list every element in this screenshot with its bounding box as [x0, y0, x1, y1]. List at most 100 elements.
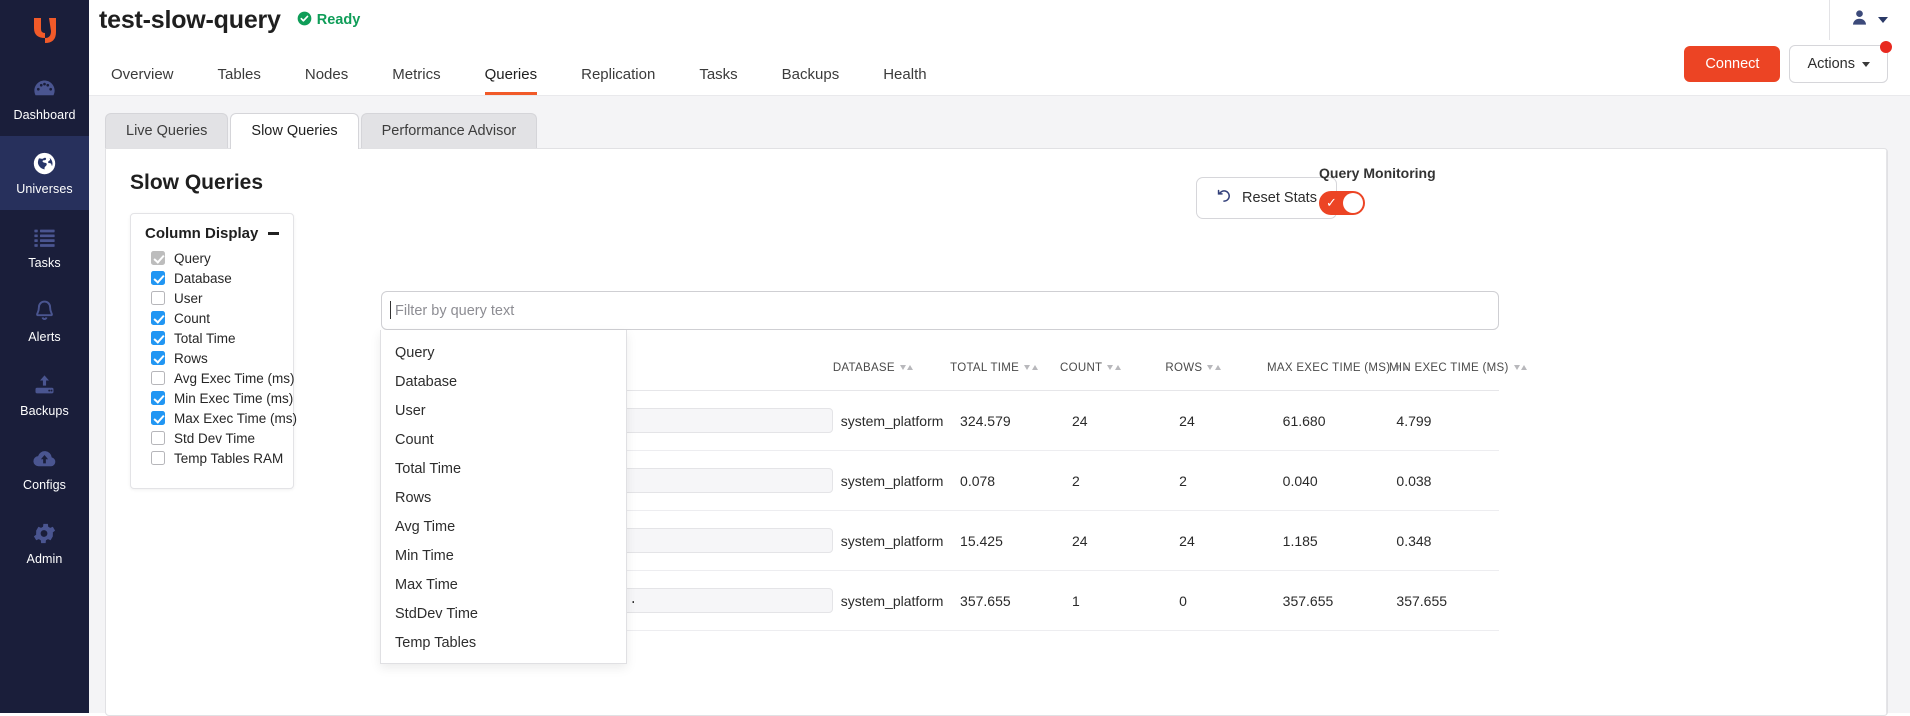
checkbox-icon[interactable] [151, 371, 165, 385]
sidebar-item-configs[interactable]: Configs [0, 432, 89, 506]
sidebar-item-backups[interactable]: Backups [0, 358, 89, 432]
column-toggle-temp-tables-ram[interactable]: Temp Tables RAM [131, 448, 293, 468]
text-cursor [390, 301, 391, 319]
sort-arrows-icon[interactable] [1207, 365, 1221, 370]
column-toggle-database[interactable]: Database [131, 268, 293, 288]
user-menu-button[interactable] [1830, 8, 1910, 32]
column-header-max-exec-time[interactable]: MAX EXEC TIME (MS) [1267, 362, 1389, 374]
search-input[interactable] [381, 291, 1499, 330]
sort-arrows-icon[interactable] [1514, 365, 1528, 370]
column-toggle-label: Total Time [174, 331, 236, 346]
menu-item-query[interactable]: Query [381, 338, 626, 367]
column-toggle-total-time[interactable]: Total Time [131, 328, 293, 348]
page-title: test-slow-query [99, 6, 281, 35]
cell-min-exec-time: 0.348 [1396, 533, 1499, 549]
sidebar-item-admin[interactable]: Admin [0, 506, 89, 580]
top-bar: test-slow-query Ready [89, 0, 1910, 40]
check-circle-icon [297, 11, 312, 30]
menu-item-count[interactable]: Count [381, 425, 626, 454]
column-header-total-time[interactable]: TOTAL TIME [950, 362, 1060, 374]
status-badge: Ready [297, 11, 361, 30]
sidebar-item-dashboard[interactable]: Dashboard [0, 62, 89, 136]
sort-arrows-icon[interactable] [1107, 365, 1121, 370]
column-toggle-count[interactable]: Count [131, 308, 293, 328]
cell-database: system_platform [841, 413, 960, 429]
sort-arrows-icon[interactable] [900, 365, 914, 370]
sidebar-item-tasks[interactable]: Tasks [0, 210, 89, 284]
actions-button[interactable]: Actions [1789, 45, 1888, 83]
column-toggle-query[interactable]: Query [131, 248, 293, 268]
menu-item-database[interactable]: Database [381, 367, 626, 396]
cell-count: 24 [1072, 533, 1179, 549]
yugabyte-logo-icon[interactable] [0, 0, 89, 62]
tab-tasks[interactable]: Tasks [677, 67, 759, 95]
column-header-database[interactable]: DATABASE [833, 362, 950, 374]
checkbox-icon[interactable] [151, 431, 165, 445]
subtab-performance-advisor[interactable]: Performance Advisor [361, 113, 538, 149]
checkbox-icon[interactable] [151, 351, 165, 365]
column-header-label: COUNT [1060, 362, 1102, 374]
column-toggle-label: Avg Exec Time (ms) [174, 371, 295, 386]
checkbox-icon[interactable] [151, 271, 165, 285]
column-toggle-label: Database [174, 271, 232, 286]
column-toggle-min-exec-time[interactable]: Min Exec Time (ms) [131, 388, 293, 408]
column-toggle-user[interactable]: User [131, 288, 293, 308]
menu-item-user[interactable]: User [381, 396, 626, 425]
cell-database: system_platform [841, 593, 960, 609]
column-header-rows[interactable]: ROWS [1165, 362, 1267, 374]
column-header-label: TOTAL TIME [950, 362, 1019, 374]
checkbox-icon[interactable] [151, 411, 165, 425]
tab-replication[interactable]: Replication [559, 67, 677, 95]
sidebar-item-label: Admin [27, 552, 63, 566]
checkbox-icon[interactable] [151, 251, 165, 265]
checkbox-icon[interactable] [151, 311, 165, 325]
checkbox-icon[interactable] [151, 331, 165, 345]
menu-item-stddev-time[interactable]: StdDev Time [381, 599, 626, 628]
universe-nav: Overview Tables Nodes Metrics Queries Re… [89, 40, 1910, 96]
subtab-live-queries[interactable]: Live Queries [105, 113, 228, 149]
connect-button[interactable]: Connect [1684, 46, 1780, 82]
column-display-header: Column Display [131, 225, 293, 248]
minus-icon[interactable] [268, 232, 279, 235]
sort-arrows-icon[interactable] [1024, 365, 1038, 370]
query-monitoring-toggle[interactable]: ✓ [1319, 191, 1365, 215]
menu-item-temp-tables[interactable]: Temp Tables [381, 628, 626, 657]
subtab-slow-queries[interactable]: Slow Queries [230, 113, 358, 149]
menu-item-avg-time[interactable]: Avg Time [381, 512, 626, 541]
tab-metrics[interactable]: Metrics [370, 67, 462, 95]
column-toggle-max-exec-time[interactable]: Max Exec Time (ms) [131, 408, 293, 428]
column-toggle-rows[interactable]: Rows [131, 348, 293, 368]
column-header-label: MIN EXEC TIME (MS) [1389, 362, 1509, 374]
menu-item-min-time[interactable]: Min Time [381, 541, 626, 570]
tab-backups[interactable]: Backups [760, 67, 862, 95]
cell-min-exec-time: 4.799 [1396, 413, 1499, 429]
speedometer-icon [31, 76, 58, 103]
tab-health[interactable]: Health [861, 67, 948, 95]
actions-button-label: Actions [1807, 56, 1855, 72]
page-body: Live Queries Slow Queries Performance Ad… [89, 96, 1910, 713]
tab-tables[interactable]: Tables [196, 67, 283, 95]
sidebar-item-alerts[interactable]: Alerts [0, 284, 89, 358]
cell-max-exec-time: 61.680 [1283, 413, 1397, 429]
reset-stats-button[interactable]: Reset Stats [1196, 177, 1337, 219]
menu-item-total-time[interactable]: Total Time [381, 454, 626, 483]
tab-queries[interactable]: Queries [463, 67, 560, 95]
tab-overview[interactable]: Overview [89, 67, 196, 95]
menu-item-rows[interactable]: Rows [381, 483, 626, 512]
sidebar-item-universes[interactable]: Universes [0, 136, 89, 210]
column-header-min-exec-time[interactable]: MIN EXEC TIME (MS) [1389, 362, 1499, 374]
cell-max-exec-time: 357.655 [1283, 593, 1397, 609]
column-header-label: MAX EXEC TIME (MS) [1267, 362, 1390, 374]
column-toggle-avg-exec-time[interactable]: Avg Exec Time (ms) [131, 368, 293, 388]
column-toggle-std-dev-time[interactable]: Std Dev Time [131, 428, 293, 448]
gear-icon [31, 520, 58, 547]
tab-nodes[interactable]: Nodes [283, 67, 370, 95]
checkbox-icon[interactable] [151, 451, 165, 465]
menu-item-max-time[interactable]: Max Time [381, 570, 626, 599]
list-icon [31, 224, 58, 251]
checkbox-icon[interactable] [151, 391, 165, 405]
cloud-upload-icon [31, 446, 58, 473]
checkbox-icon[interactable] [151, 291, 165, 305]
column-header-count[interactable]: COUNT [1060, 362, 1165, 374]
user-avatar-icon [1850, 8, 1869, 32]
